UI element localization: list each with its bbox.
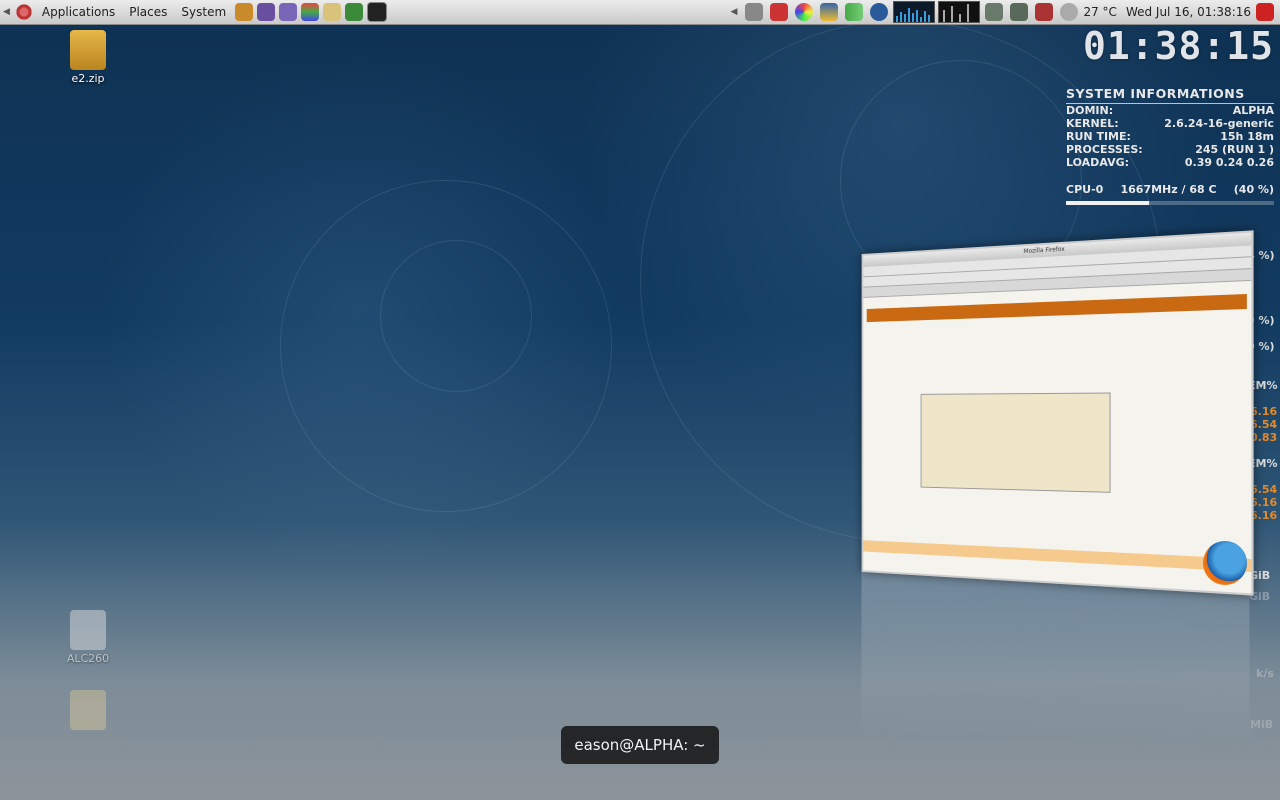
conky-cpu0: CPU-0 1667MHz / 68 C (40 %) [1066,183,1274,196]
launcher-editor-icon[interactable] [323,3,342,21]
system-menu[interactable]: System [174,0,233,24]
desktop-icon-e2zip[interactable]: e2.zip [58,30,118,85]
places-menu[interactable]: Places [122,0,174,24]
conky-row: LOADAVG: 0.39 0.24 0.26 [1066,156,1274,169]
top-panel: ◀ Applications Places System ◀ 27 °C Wed… [0,0,1280,25]
tray-expand-icon[interactable]: ◀ [728,7,741,17]
forum-post-textarea [920,392,1111,493]
forum-footer-bar [863,540,1252,572]
tray-disk-icon[interactable] [1010,3,1029,21]
tray-python-icon[interactable] [820,3,839,21]
tray-battery-icon[interactable] [985,3,1004,21]
conky-header: SYSTEM INFORMATIONS [1066,86,1274,104]
tray-signal-icon[interactable] [845,3,864,21]
firefox-window-preview[interactable]: Mozilla Firefox [861,230,1254,596]
desktop-icon-label: ALC260 [66,652,110,665]
launcher-network-icon[interactable] [345,3,364,21]
conky-fragment: 6.54 [1250,418,1278,431]
zip-archive-icon [70,30,106,70]
desktop-icon-label: e2.zip [71,72,105,85]
conky-fragment: MiB [1250,718,1274,731]
launcher-paint-icon[interactable] [301,3,320,21]
tray-swirl-icon[interactable] [795,3,814,21]
conky-fragment: 6.16 [1250,509,1278,522]
forum-header-bar [866,293,1247,323]
document-icon [70,610,106,650]
tray-update-icon[interactable] [1035,3,1054,21]
tray-alert-icon[interactable] [770,3,789,21]
cpu-load-graph[interactable] [893,1,936,23]
memory-load-graph[interactable] [938,1,981,23]
firefox-logo-icon [1203,541,1247,585]
tray-globe-icon[interactable] [870,3,889,21]
conky-system-monitor: 01:38:15 SYSTEM INFORMATIONS DOMIN: ALPHA… [1066,24,1274,205]
terminal-window-tooltip: eason@ALPHA: ~ [561,726,719,764]
launcher-cat-icon[interactable] [235,3,254,21]
applications-menu[interactable]: Applications [35,0,122,24]
conky-row: KERNEL: 2.6.24-16-generic [1066,117,1274,130]
desktop-icon-document[interactable] [58,690,118,732]
panel-clock[interactable]: Wed Jul 16, 01:38:16 [1126,5,1251,19]
temperature-readout[interactable]: 27 °C [1083,5,1116,19]
system-tray: ◀ 27 °C Wed Jul 16, 01:38:16 [728,0,1276,24]
shutdown-icon[interactable] [1256,3,1274,21]
weather-icon[interactable] [1060,3,1079,21]
conky-fragment: k/s [1256,667,1274,680]
conky-fragment: 0.83 [1250,431,1278,444]
conky-fragment: 6.54 [1250,483,1278,496]
cpu0-usage-fill [1066,201,1150,205]
conky-row: RUN TIME: 15h 18m [1066,130,1274,143]
launcher-wizard-icon[interactable] [257,3,276,21]
document-edit-icon [70,690,106,730]
ubuntu-logo-icon[interactable] [14,3,33,21]
conky-fragment: 6.16 [1250,405,1278,418]
desktop-icon-alc260[interactable]: ALC260 [58,610,118,665]
launcher-pidgin-icon[interactable] [279,3,298,21]
cpu0-usage-bar [1066,201,1274,205]
tray-user-icon[interactable] [745,3,764,21]
conky-fragment: 6.16 [1250,496,1278,509]
wallpaper-swirl [380,240,532,392]
panel-scroll-left-icon[interactable]: ◀ [0,7,13,17]
conky-row: PROCESSES: 245 (RUN 1 ) [1066,143,1274,156]
conky-row: DOMIN: ALPHA [1066,104,1274,117]
launcher-terminal-icon[interactable] [367,2,388,22]
conky-clock: 01:38:15 [1082,24,1274,68]
